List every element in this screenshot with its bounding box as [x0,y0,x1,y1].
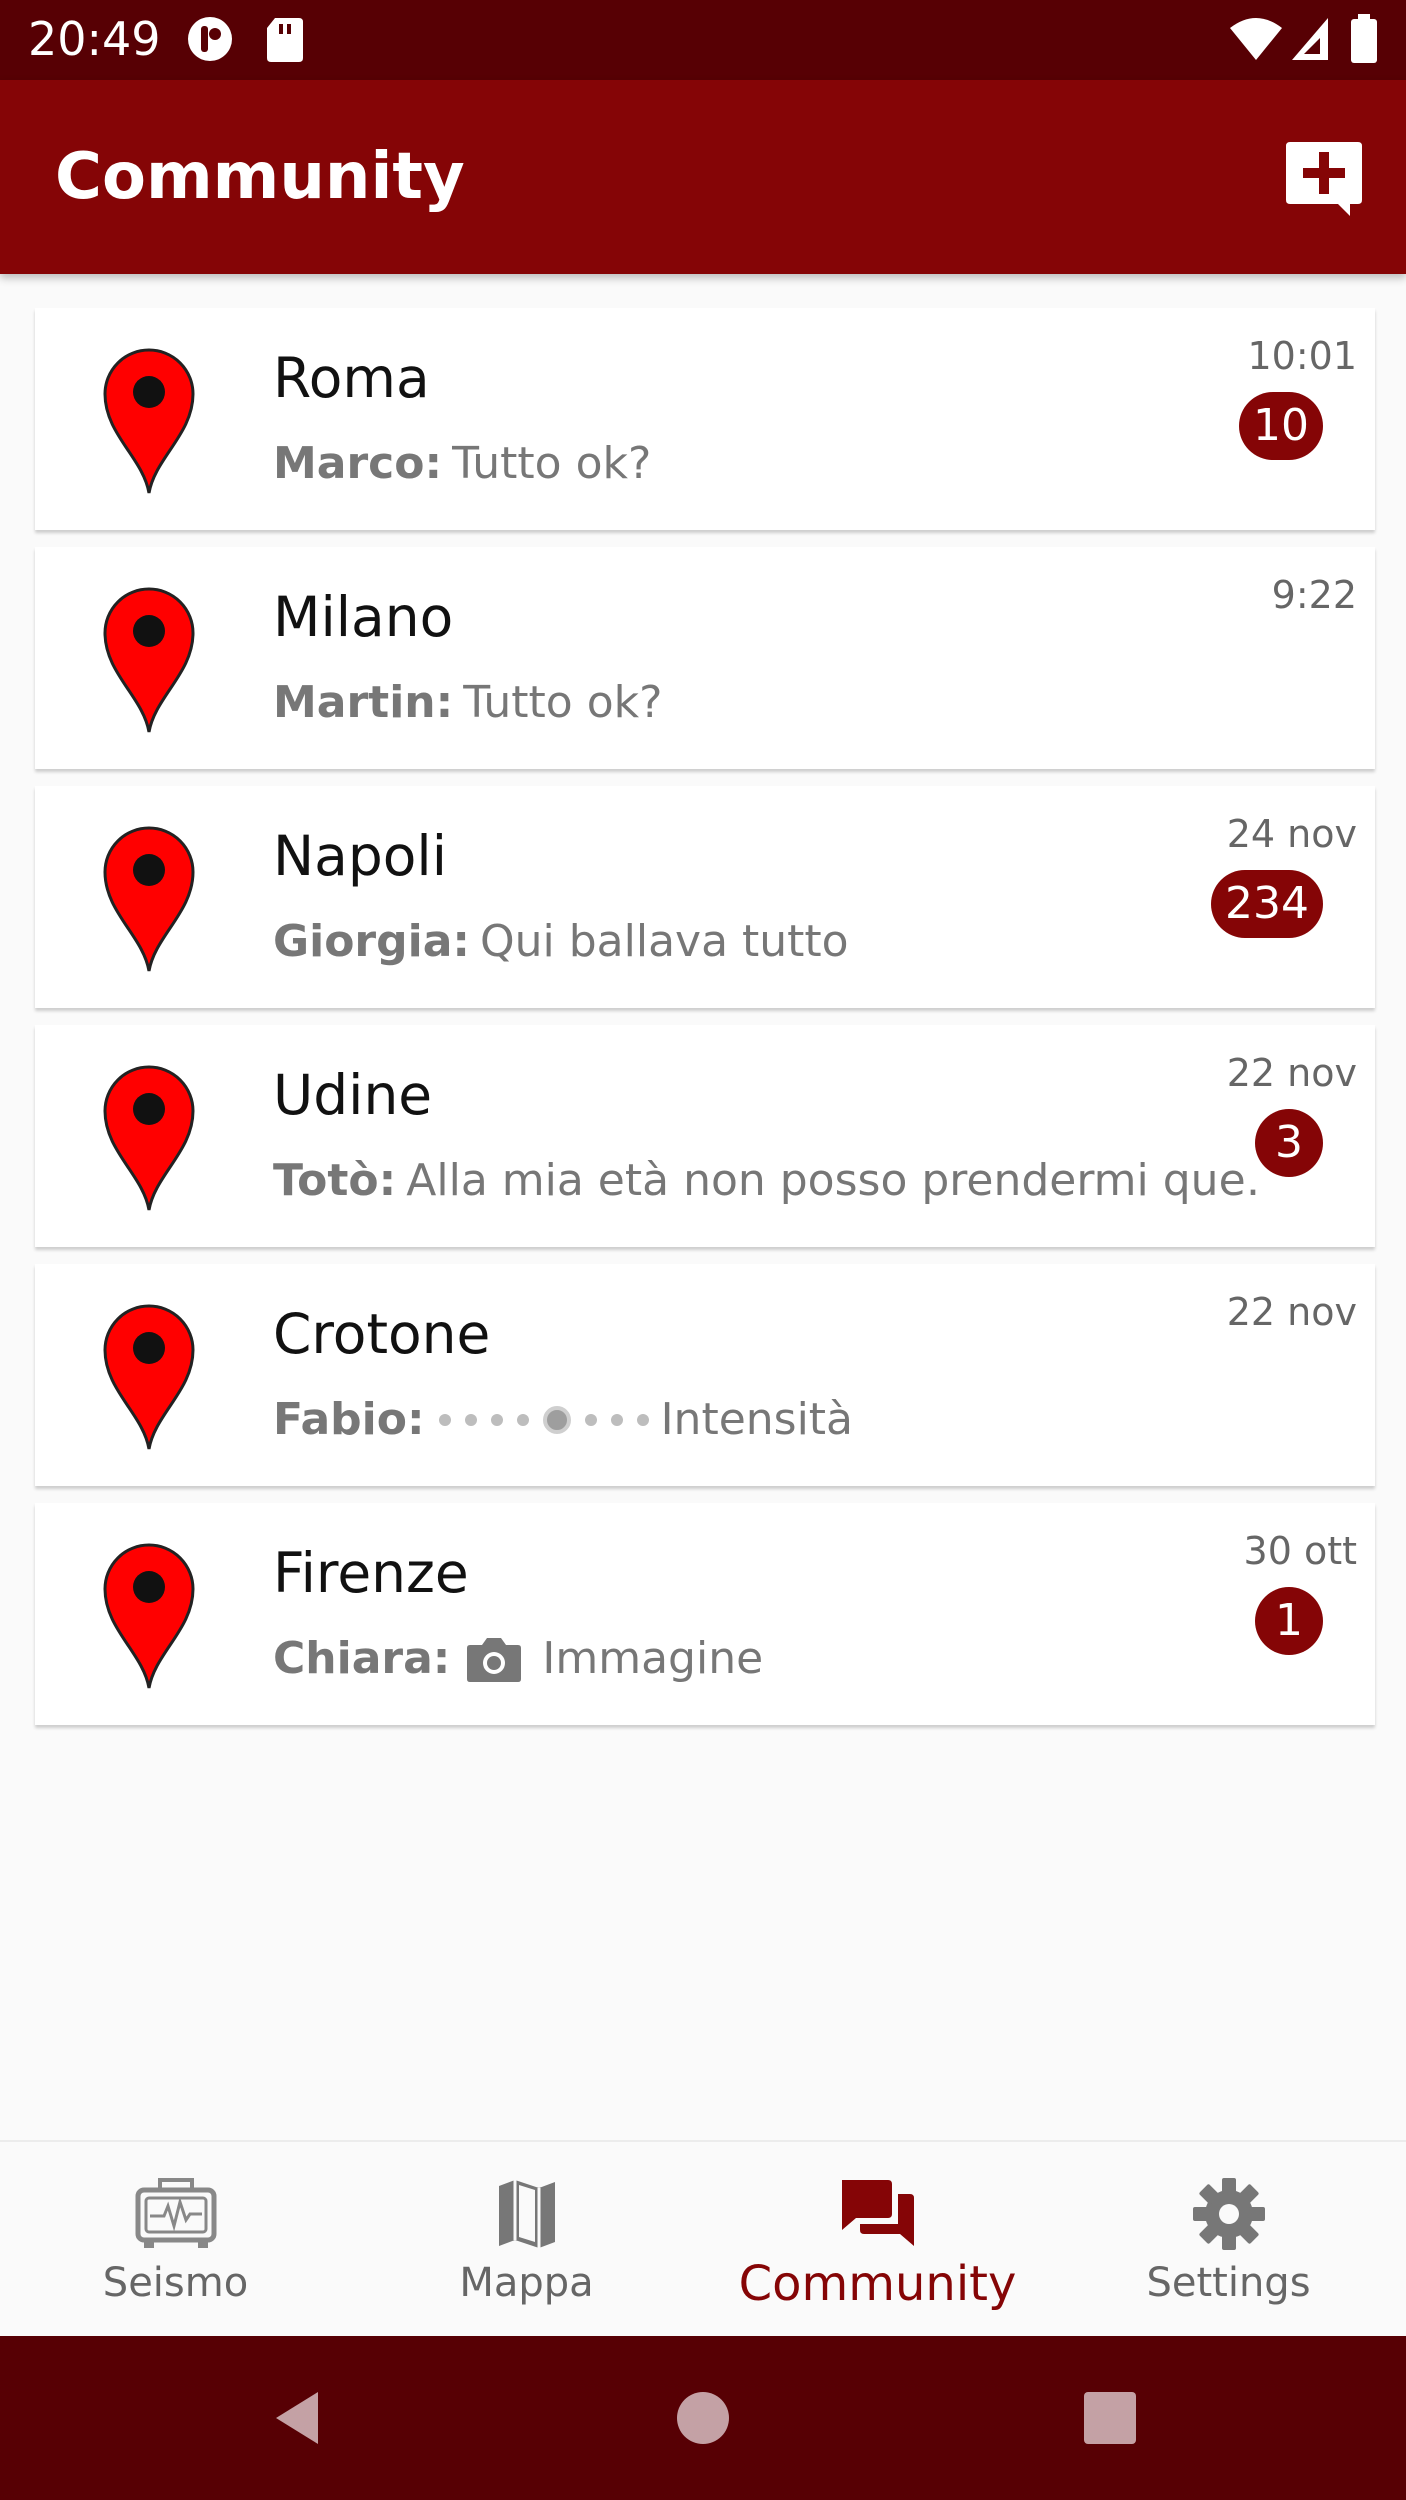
chat-item-udine[interactable]: Udine Totò: Alla mia età non posso prend… [35,1025,1375,1247]
chat-list: Roma Marco: Tutto ok? 10:01 10 Milano Ma… [35,308,1375,1742]
gear-icon [1192,2178,1265,2250]
location-pin-icon [103,826,195,972]
camera-icon [467,1637,522,1682]
chat-item-roma[interactable]: Roma Marco: Tutto ok? 10:01 10 [35,308,1375,530]
location-pin-icon [103,1065,195,1211]
location-pin-icon [103,348,195,494]
signal-icon [1292,18,1328,60]
chat-sender: Martin: [273,677,454,728]
chat-city: Milano [273,585,454,649]
chat-time: 30 ott [1243,1529,1357,1573]
chat-item-napoli[interactable]: Napoli Giorgia: Qui ballava tutto 24 nov… [35,786,1375,1008]
chat-time: 24 nov [1226,812,1357,856]
location-pin-icon [103,1304,195,1450]
chat-message: Intensità [660,1394,854,1445]
page-title: Community [55,140,465,214]
unread-badge: 1 [1255,1587,1323,1655]
chat-message: Tutto ok? [452,438,652,489]
chat-city: Napoli [273,824,447,888]
chat-time: 10:01 [1247,334,1357,378]
chat-time: 22 nov [1226,1290,1357,1334]
chat-message: Immagine [542,1633,764,1684]
app-bar: Community [0,80,1406,274]
chat-time: 22 nov [1226,1051,1357,1095]
chat-preview: Martin: Tutto ok? [273,677,1263,728]
chat-preview: Totò: Alla mia età non posso prendermi q… [273,1155,1263,1206]
chat-message: Tutto ok? [463,677,663,728]
wifi-icon [1230,18,1282,60]
chat-sender: Giorgia: [273,916,470,967]
chat-city: Firenze [273,1541,469,1605]
system-navigation-bar [0,2336,1406,2500]
intensity-scale-icon [438,1405,649,1434]
chat-city: Roma [273,346,430,410]
chat-time: 9:22 [1271,573,1357,617]
status-bar: 20:49 [0,0,1406,80]
nav-tab-settings[interactable]: Settings [1053,2142,1404,2338]
chat-message: Alla mia età non posso prendermi que… [406,1155,1263,1206]
chat-city: Udine [273,1063,433,1127]
notification-app-icon [188,17,232,61]
chat-sender: Chiara: [273,1633,451,1684]
nav-tab-community[interactable]: Community [702,2142,1053,2338]
chat-item-firenze[interactable]: Firenze Chiara: Immagine 30 ott 1 [35,1503,1375,1725]
unread-badge: 234 [1211,870,1323,938]
chat-sender: Totò: [273,1155,397,1206]
chat-preview: Giorgia: Qui ballava tutto [273,916,1263,967]
nav-tab-seismo[interactable]: Seismo [0,2142,351,2338]
seismograph-icon [135,2178,216,2248]
forum-icon [841,2180,914,2246]
chat-preview: Chiara: Immagine [273,1633,1263,1684]
chat-message: Qui ballava tutto [480,916,849,967]
nav-label: Settings [1146,2260,1311,2306]
chat-city: Crotone [273,1302,491,1366]
recents-icon[interactable] [1078,2386,1142,2450]
chat-sender: Marco: [273,438,443,489]
chat-preview: Fabio: Intensità [273,1394,1263,1445]
new-chat-button[interactable] [1284,138,1364,218]
chat-sender: Fabio: [273,1394,425,1445]
nav-label: Seismo [102,2260,249,2306]
chat-item-milano[interactable]: Milano Martin: Tutto ok? 9:22 [35,547,1375,769]
unread-badge: 10 [1239,392,1323,460]
sd-card-icon [267,18,303,62]
chat-preview: Marco: Tutto ok? [273,438,1263,489]
battery-icon [1351,14,1377,63]
bottom-navigation: Seismo Mappa Community Settings [0,2140,1406,2336]
unread-badge: 3 [1255,1109,1323,1177]
nav-tab-mappa[interactable]: Mappa [351,2142,702,2338]
location-pin-icon [103,1543,195,1689]
map-icon [498,2180,555,2248]
location-pin-icon [103,587,195,733]
status-time: 20:49 [28,12,161,66]
back-icon[interactable] [264,2386,328,2450]
home-icon[interactable] [671,2386,735,2450]
nav-label: Community [738,2256,1017,2312]
chat-item-crotone[interactable]: Crotone Fabio: Intensità 22 nov [35,1264,1375,1486]
nav-label: Mappa [459,2260,594,2306]
